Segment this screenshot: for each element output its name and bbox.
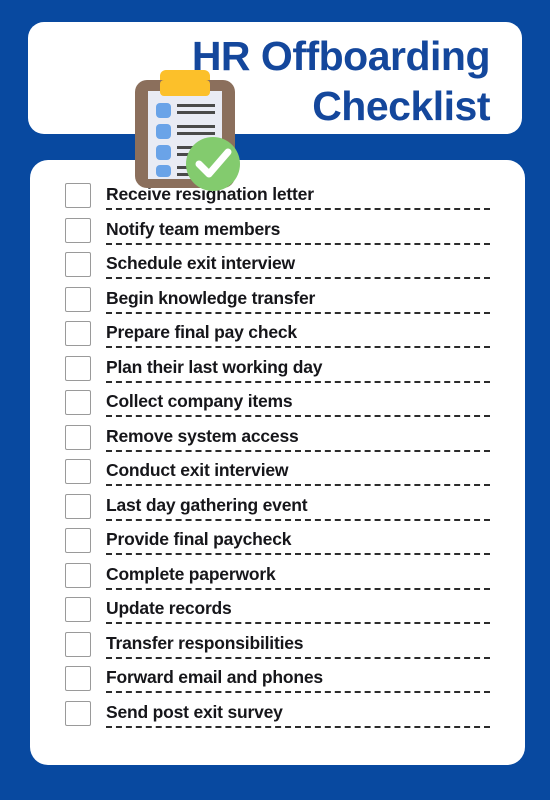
page-title: HR Offboarding Checklist	[28, 22, 522, 134]
checkbox[interactable]	[65, 355, 91, 381]
list-item-label: Prepare final pay check	[106, 322, 297, 342]
item-rule: Begin knowledge transfer	[106, 286, 490, 314]
checkbox[interactable]	[65, 562, 91, 588]
list-item[interactable]: Provide final paycheck	[65, 527, 490, 562]
list-item-label: Transfer responsibilities	[106, 632, 304, 653]
list-item-label: Remove system access	[106, 425, 299, 446]
checkbox[interactable]	[65, 424, 91, 450]
list-item-label: Send post exit survey	[106, 701, 283, 722]
checkbox[interactable]	[65, 493, 91, 519]
list-item[interactable]: Update records	[65, 596, 490, 631]
item-rule: Plan their last working day	[106, 355, 490, 383]
item-rule: Complete paperwork	[106, 562, 490, 590]
item-rule: Last day gathering event	[106, 493, 490, 521]
title-line-2: Checklist	[312, 83, 490, 129]
item-rule: Remove system access	[106, 424, 490, 452]
item-rule: Notify team members	[106, 217, 490, 245]
checkbox[interactable]	[65, 183, 91, 208]
clipboard-check-icon	[126, 62, 244, 194]
title-line-1: HR Offboarding	[191, 33, 491, 79]
checkbox[interactable]	[65, 217, 91, 243]
list-item[interactable]: Prepare final pay check	[65, 320, 490, 355]
checkbox[interactable]	[65, 528, 91, 553]
list-item[interactable]: Schedule exit interview	[65, 251, 490, 286]
list-item[interactable]: Collect company items	[65, 389, 490, 424]
item-rule: Collect company items	[106, 389, 490, 417]
list-item[interactable]: Begin knowledge transfer	[65, 286, 490, 321]
checkbox[interactable]	[65, 286, 91, 312]
header-card: HR Offboarding Checklist	[28, 22, 522, 134]
list-item[interactable]: Complete paperwork	[65, 562, 490, 597]
list-item-label: Notify team members	[106, 218, 281, 239]
list-item-label: Schedule exit interview	[106, 253, 295, 273]
item-rule: Schedule exit interview	[106, 251, 490, 279]
list-item-label: Collect company items	[106, 391, 293, 411]
list-item-label: Forward email and phones	[106, 667, 323, 687]
checkbox[interactable]	[65, 631, 91, 657]
item-rule: Prepare final pay check	[106, 320, 490, 348]
list-item-label: Last day gathering event	[106, 494, 308, 515]
list-item[interactable]: Forward email and phones	[65, 665, 490, 700]
list-item[interactable]: Conduct exit interview	[65, 458, 490, 493]
item-rule: Conduct exit interview	[106, 458, 490, 486]
checkbox[interactable]	[65, 597, 91, 622]
list-item[interactable]: Last day gathering event	[65, 493, 490, 528]
list-item[interactable]: Remove system access	[65, 424, 490, 459]
checkbox[interactable]	[65, 390, 91, 415]
checklist-card: Receive resignation letter Notify team m…	[30, 160, 525, 765]
item-rule: Update records	[106, 596, 490, 624]
list-item[interactable]: Plan their last working day	[65, 355, 490, 390]
item-rule: Provide final paycheck	[106, 527, 490, 555]
list-item-label: Update records	[106, 598, 232, 618]
list-item[interactable]: Notify team members	[65, 217, 490, 252]
list-item-label: Begin knowledge transfer	[106, 287, 316, 308]
list-item-label: Complete paperwork	[106, 563, 276, 584]
checklist: Receive resignation letter Notify team m…	[65, 182, 490, 734]
list-item[interactable]: Transfer responsibilities	[65, 631, 490, 666]
checkbox[interactable]	[65, 321, 91, 346]
list-item-label: Conduct exit interview	[106, 460, 289, 480]
checkbox[interactable]	[65, 459, 91, 484]
list-item[interactable]: Send post exit survey	[65, 700, 490, 735]
checkbox[interactable]	[65, 666, 91, 691]
checkbox[interactable]	[65, 700, 91, 726]
item-rule: Send post exit survey	[106, 700, 490, 728]
list-item-label: Plan their last working day	[106, 356, 323, 377]
item-rule: Forward email and phones	[106, 665, 490, 693]
item-rule: Transfer responsibilities	[106, 631, 490, 659]
list-item-label: Provide final paycheck	[106, 529, 292, 549]
checkbox[interactable]	[65, 252, 91, 277]
